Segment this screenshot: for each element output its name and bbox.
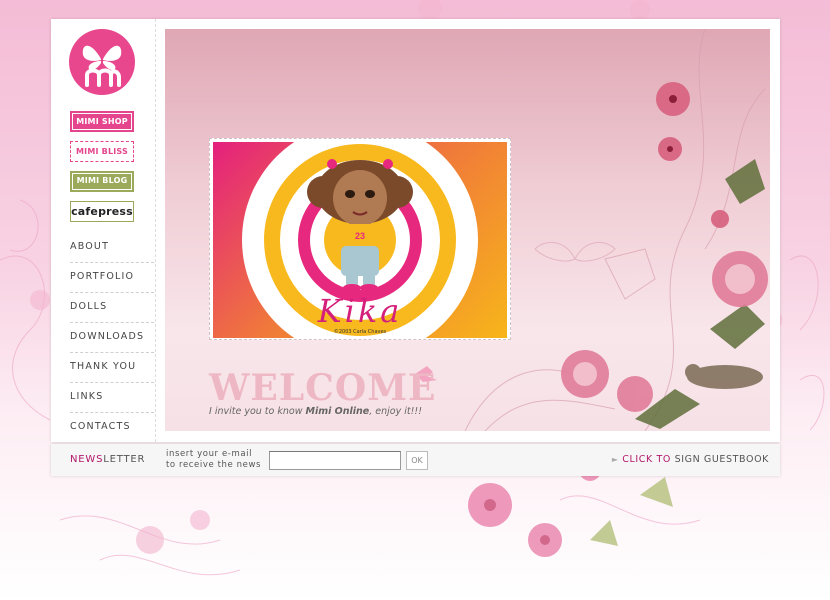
nav-item-thank-you[interactable]: THANK YOU	[70, 353, 154, 383]
featured-doll-card[interactable]: 23 Kika ©2003 Carla Chaves	[209, 138, 511, 340]
doll-name: Kika	[317, 292, 403, 330]
cafepress-button[interactable]: cafepress	[70, 201, 134, 222]
newsletter-ok-button[interactable]: OK	[406, 451, 428, 470]
newsletter-title-highlight: NEWS	[70, 454, 104, 465]
newsletter-hint-line2: to receive the news	[166, 460, 262, 470]
butterfly-m-icon	[82, 45, 122, 87]
nav-item-contacts[interactable]: CONTACTS	[70, 413, 154, 443]
newsletter-hint-line1: insert your e-mail	[166, 449, 253, 459]
hero-panel: 23 Kika ©2003 Carla Chaves WELCOME I inv…	[165, 29, 770, 431]
nav-item-links[interactable]: LINKS	[70, 383, 154, 413]
intro-text-start: I invite you to know	[209, 406, 306, 417]
sidebar: MIMI SHOP MIMI BLISS MIMI BLOG cafepress…	[51, 19, 156, 442]
nav-item-dolls[interactable]: DOLLS	[70, 293, 154, 323]
main-frame: MIMI SHOP MIMI BLISS MIMI BLOG cafepress…	[51, 19, 780, 442]
newsletter-title-rest: LETTER	[103, 454, 146, 465]
main-nav: ABOUT PORTFOLIO DOLLS DOWNLOADS THANK YO…	[70, 233, 154, 443]
nav-item-portfolio[interactable]: PORTFOLIO	[70, 263, 154, 293]
nav-item-about[interactable]: ABOUT	[70, 233, 154, 263]
site-logo[interactable]	[69, 29, 135, 95]
newsletter-title: NEWSLETTER	[70, 454, 145, 465]
shirt-number: 23	[355, 231, 365, 241]
guestbook-click-label: CLICK TO	[622, 454, 671, 465]
welcome-intro: I invite you to know Mimi Online, enjoy …	[209, 406, 422, 417]
mimi-blog-button[interactable]: MIMI BLOG	[70, 171, 134, 192]
welcome-title: WELCOME	[209, 367, 437, 409]
mimi-bliss-button[interactable]: MIMI BLISS	[70, 141, 134, 162]
guestbook-link[interactable]: ► CLICK TO SIGN GUESTBOOK	[612, 454, 769, 465]
intro-text-end: , enjoy it!!!	[369, 406, 423, 417]
featured-doll-image: 23 Kika ©2003 Carla Chaves	[213, 142, 507, 338]
newsletter-hint: insert your e-mail to receive the news	[166, 449, 261, 471]
mimi-shop-button[interactable]: MIMI SHOP	[70, 111, 134, 132]
arrow-right-icon: ►	[611, 455, 619, 464]
footer-bar: NEWSLETTER insert your e-mail to receive …	[51, 444, 780, 476]
nav-item-downloads[interactable]: DOWNLOADS	[70, 323, 154, 353]
intro-site-name: Mimi Online	[305, 406, 370, 417]
newsletter-email-input[interactable]	[269, 451, 401, 470]
doll-credit: ©2003 Carla Chaves	[333, 329, 387, 335]
guestbook-sign-label: SIGN GUESTBOOK	[670, 454, 769, 465]
